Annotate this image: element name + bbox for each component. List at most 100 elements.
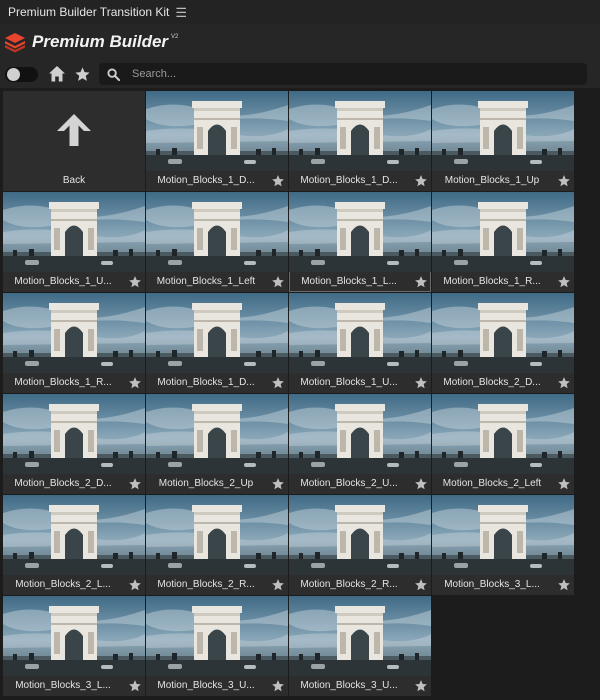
preset-item[interactable]: Motion_Blocks_2_U... (289, 394, 431, 494)
search-input[interactable] (130, 67, 574, 81)
layers-logo-icon (5, 33, 25, 53)
preset-thumbnail (146, 596, 288, 676)
favorite-star-icon[interactable] (271, 578, 285, 592)
arrow-up-icon (57, 114, 91, 146)
panel-tab: Premium Builder Transition Kit ☰ (0, 0, 600, 25)
preset-item[interactable]: Motion_Blocks_3_L... (3, 596, 145, 696)
preset-thumbnail (432, 495, 574, 575)
search-icon (107, 67, 120, 81)
preset-thumbnail (146, 192, 288, 272)
preset-label: Motion_Blocks_2_D... (14, 478, 112, 489)
favorite-star-icon[interactable] (414, 275, 428, 289)
favorite-star-icon[interactable] (271, 174, 285, 188)
scrollbar[interactable] (580, 88, 600, 700)
preset-thumbnail (3, 495, 145, 575)
preset-item[interactable]: Motion_Blocks_1_U... (289, 293, 431, 393)
preset-thumbnail (3, 596, 145, 676)
preset-thumbnail (3, 394, 145, 474)
favorite-star-icon[interactable] (128, 477, 142, 491)
preset-label: Motion_Blocks_1_Left (156, 276, 256, 287)
preset-thumbnail (289, 495, 431, 575)
preset-item[interactable]: Motion_Blocks_1_Left (146, 192, 288, 292)
preset-thumbnail (432, 394, 574, 474)
preset-item[interactable]: Motion_Blocks_2_D... (3, 394, 145, 494)
preset-label: Motion_Blocks_1_R... (443, 276, 541, 287)
preset-label: Motion_Blocks_1_D... (157, 377, 255, 388)
preset-item[interactable]: Motion_Blocks_2_R... (146, 495, 288, 595)
mode-toggle[interactable] (5, 66, 38, 82)
favorite-star-icon[interactable] (557, 477, 571, 491)
preset-item[interactable]: Motion_Blocks_2_R... (289, 495, 431, 595)
preset-item[interactable]: Motion_Blocks_1_R... (3, 293, 145, 393)
favorite-star-icon[interactable] (271, 679, 285, 693)
preset-label: Motion_Blocks_1_D... (157, 175, 255, 186)
panel-title: Premium Builder Transition Kit (8, 5, 170, 19)
preset-thumbnail (146, 495, 288, 575)
favorite-star-icon[interactable] (414, 174, 428, 188)
toolbar (0, 60, 600, 88)
favorite-star-icon[interactable] (271, 376, 285, 390)
preset-item[interactable]: Motion_Blocks_1_D... (289, 91, 431, 191)
home-icon[interactable] (48, 65, 66, 83)
preset-label: Motion_Blocks_3_L... (444, 579, 540, 590)
preset-thumbnail (289, 596, 431, 676)
back-button[interactable]: Back (3, 91, 145, 191)
preset-label: Motion_Blocks_1_L... (301, 276, 397, 287)
favorite-star-icon[interactable] (414, 376, 428, 390)
preset-thumbnail (432, 293, 574, 373)
preset-item[interactable]: Motion_Blocks_2_Up (146, 394, 288, 494)
favorite-star-icon[interactable] (128, 679, 142, 693)
favorite-star-icon[interactable] (414, 679, 428, 693)
favorites-star-icon[interactable] (74, 66, 91, 83)
favorite-star-icon[interactable] (128, 275, 142, 289)
hamburger-icon[interactable]: ☰ (175, 6, 187, 19)
preset-label: Motion_Blocks_2_R... (157, 579, 255, 590)
preset-label: Motion_Blocks_2_Up (158, 478, 254, 489)
favorite-star-icon[interactable] (271, 275, 285, 289)
preset-label: Motion_Blocks_3_L... (15, 680, 111, 691)
preset-item[interactable]: Motion_Blocks_3_U... (289, 596, 431, 696)
brand-version: V2 (171, 34, 179, 40)
brand-name: Premium Builder (32, 32, 169, 51)
preset-item[interactable]: Motion_Blocks_3_U... (146, 596, 288, 696)
preset-grid-panel: Back Motion_Blocks_1_D... Motion_Blocks_… (0, 88, 600, 700)
preset-label: Motion_Blocks_3_U... (300, 680, 398, 691)
preset-thumbnail (146, 91, 288, 171)
back-label: Back (62, 175, 86, 186)
preset-item[interactable]: Motion_Blocks_1_D... (146, 91, 288, 191)
favorite-star-icon[interactable] (557, 174, 571, 188)
search-box[interactable] (99, 63, 587, 85)
preset-thumbnail (289, 293, 431, 373)
preset-thumbnail (432, 91, 574, 171)
preset-item[interactable]: Motion_Blocks_1_D... (146, 293, 288, 393)
favorite-star-icon[interactable] (414, 578, 428, 592)
favorite-star-icon[interactable] (557, 376, 571, 390)
preset-item[interactable]: Motion_Blocks_2_Left (432, 394, 574, 494)
preset-thumbnail (3, 293, 145, 373)
preset-item[interactable]: Motion_Blocks_1_U... (3, 192, 145, 292)
preset-item[interactable]: Motion_Blocks_2_L... (3, 495, 145, 595)
preset-thumbnail (289, 91, 431, 171)
preset-thumbnail (289, 192, 431, 272)
brand-header: Premium Builder V2 (0, 24, 600, 60)
favorite-star-icon[interactable] (128, 376, 142, 390)
preset-thumbnail (146, 394, 288, 474)
preset-item[interactable]: Motion_Blocks_1_L... (289, 192, 431, 292)
preset-thumbnail (432, 192, 574, 272)
preset-item[interactable]: Motion_Blocks_1_R... (432, 192, 574, 292)
favorite-star-icon[interactable] (128, 578, 142, 592)
preset-label: Motion_Blocks_2_Left (442, 478, 542, 489)
preset-item[interactable]: Motion_Blocks_3_L... (432, 495, 574, 595)
preset-label: Motion_Blocks_3_U... (157, 680, 255, 691)
preset-item[interactable]: Motion_Blocks_1_Up (432, 91, 574, 191)
favorite-star-icon[interactable] (271, 477, 285, 491)
preset-thumbnail (289, 394, 431, 474)
favorite-star-icon[interactable] (557, 275, 571, 289)
favorite-star-icon[interactable] (557, 578, 571, 592)
preset-label: Motion_Blocks_2_U... (300, 478, 398, 489)
preset-label: Motion_Blocks_2_L... (15, 579, 111, 590)
favorite-star-icon[interactable] (414, 477, 428, 491)
preset-item[interactable]: Motion_Blocks_2_D... (432, 293, 574, 393)
preset-grid: Back Motion_Blocks_1_D... Motion_Blocks_… (3, 91, 574, 696)
preset-label: Motion_Blocks_1_U... (300, 377, 398, 388)
